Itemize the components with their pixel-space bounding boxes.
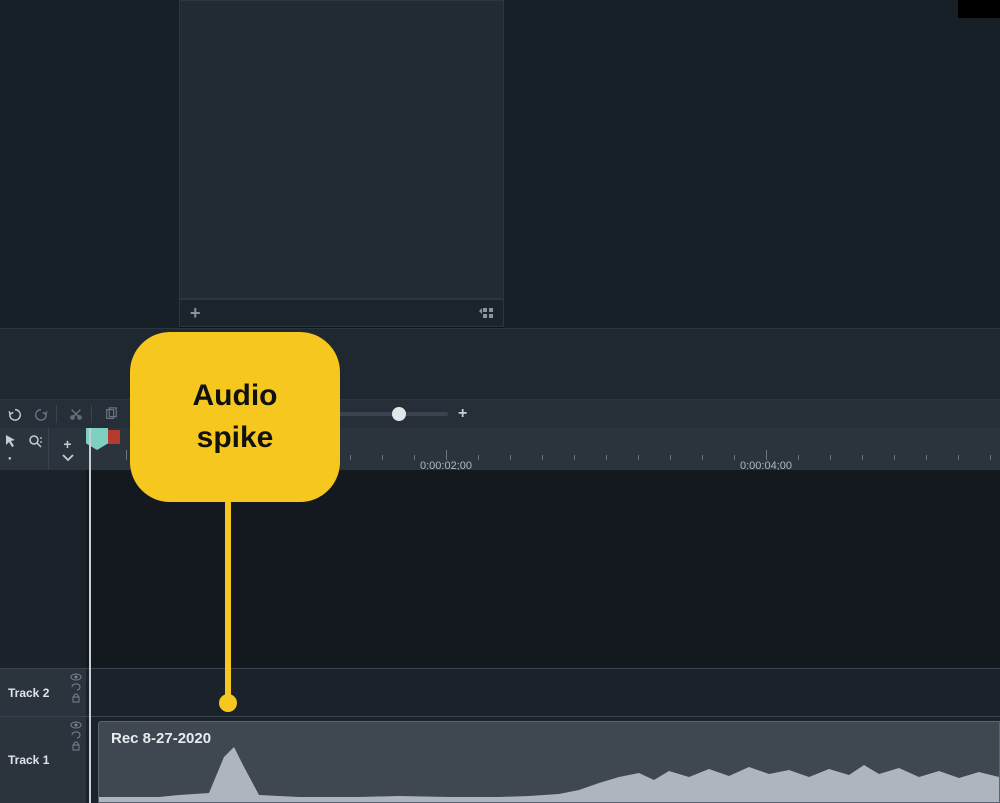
track-add-column: + bbox=[48, 428, 86, 470]
annotation-callout: Audio spike bbox=[130, 332, 340, 502]
playhead-line bbox=[89, 428, 91, 803]
cut-button[interactable] bbox=[65, 403, 87, 425]
separator bbox=[91, 405, 92, 423]
lock-icon[interactable] bbox=[71, 741, 81, 751]
properties-panel bbox=[504, 0, 1000, 328]
track-label: Track 1 bbox=[8, 753, 49, 767]
loop-icon[interactable] bbox=[70, 683, 82, 691]
media-bin-panel bbox=[0, 0, 179, 328]
preview-footer: + bbox=[179, 299, 504, 327]
redo-button[interactable] bbox=[30, 403, 52, 425]
add-media-icon[interactable]: + bbox=[190, 303, 201, 324]
track-lane-1[interactable]: Rec 8-27-2020 bbox=[86, 716, 1000, 803]
eye-icon[interactable] bbox=[70, 673, 82, 681]
preview-panel[interactable] bbox=[179, 0, 504, 299]
copy-button[interactable] bbox=[100, 403, 122, 425]
track-label: Track 2 bbox=[8, 686, 49, 700]
clip-label: Rec 8-27-2020 bbox=[111, 730, 211, 747]
loop-icon[interactable] bbox=[70, 731, 82, 739]
track-header-2[interactable]: Track 2 bbox=[0, 668, 86, 716]
track-gutter bbox=[0, 470, 86, 668]
zoom-in-icon[interactable]: + bbox=[458, 405, 467, 423]
add-track-icon[interactable]: + bbox=[63, 436, 71, 452]
callout-pointer bbox=[225, 500, 231, 700]
collapse-chevron-icon[interactable] bbox=[62, 454, 74, 462]
corner-overlay bbox=[958, 0, 1000, 18]
callout-text-line: Audio bbox=[193, 375, 278, 417]
callout-text-line: spike bbox=[197, 417, 274, 459]
zoom-slider-thumb[interactable] bbox=[392, 407, 406, 421]
marker-icon[interactable]: ● bbox=[8, 456, 12, 462]
audio-waveform bbox=[99, 747, 999, 802]
cursor-tool-icon[interactable] bbox=[4, 434, 18, 448]
grid-view-icon[interactable] bbox=[479, 306, 495, 320]
video-editor-app: + + ● bbox=[0, 0, 1000, 803]
media-clip[interactable]: Rec 8-27-2020 bbox=[98, 721, 1000, 803]
separator bbox=[56, 405, 57, 423]
lock-icon[interactable] bbox=[71, 693, 81, 703]
magnet-tool-icon[interactable] bbox=[28, 434, 42, 448]
tool-column: ● bbox=[0, 428, 48, 470]
callout-pointer-tip bbox=[219, 694, 237, 712]
eye-icon[interactable] bbox=[70, 721, 82, 729]
record-marker-icon bbox=[108, 430, 120, 444]
track-header-1[interactable]: Track 1 bbox=[0, 716, 86, 803]
undo-button[interactable] bbox=[4, 403, 26, 425]
